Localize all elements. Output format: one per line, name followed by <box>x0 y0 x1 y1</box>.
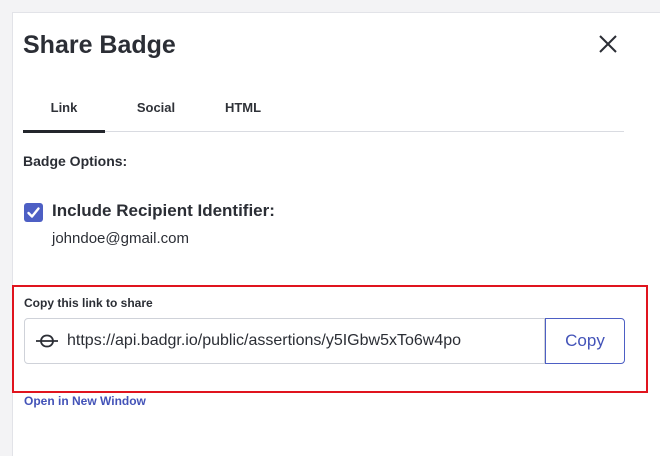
share-tabs: Link Social HTML <box>23 98 624 133</box>
close-icon <box>599 35 617 53</box>
badge-options-heading: Badge Options: <box>23 153 128 169</box>
share-link-url[interactable]: https://api.badgr.io/public/assertions/y… <box>67 332 461 350</box>
checkmark-icon <box>27 207 40 218</box>
tab-social[interactable]: Social <box>127 98 185 132</box>
open-new-window-link[interactable]: Open in New Window <box>24 394 146 408</box>
include-identifier-checkbox[interactable] <box>24 203 43 222</box>
tab-html[interactable]: HTML <box>223 98 263 132</box>
close-button[interactable] <box>595 31 621 57</box>
copy-link-label: Copy this link to share <box>24 296 153 310</box>
tab-link[interactable]: Link <box>23 98 105 133</box>
share-link-field[interactable]: https://api.badgr.io/public/assertions/y… <box>24 318 545 364</box>
link-icon <box>35 332 59 350</box>
dialog-title: Share Badge <box>23 31 176 59</box>
include-identifier-label: Include Recipient Identifier: <box>52 201 275 220</box>
copy-button[interactable]: Copy <box>545 318 625 364</box>
recipient-email: johndoe@gmail.com <box>52 230 189 247</box>
